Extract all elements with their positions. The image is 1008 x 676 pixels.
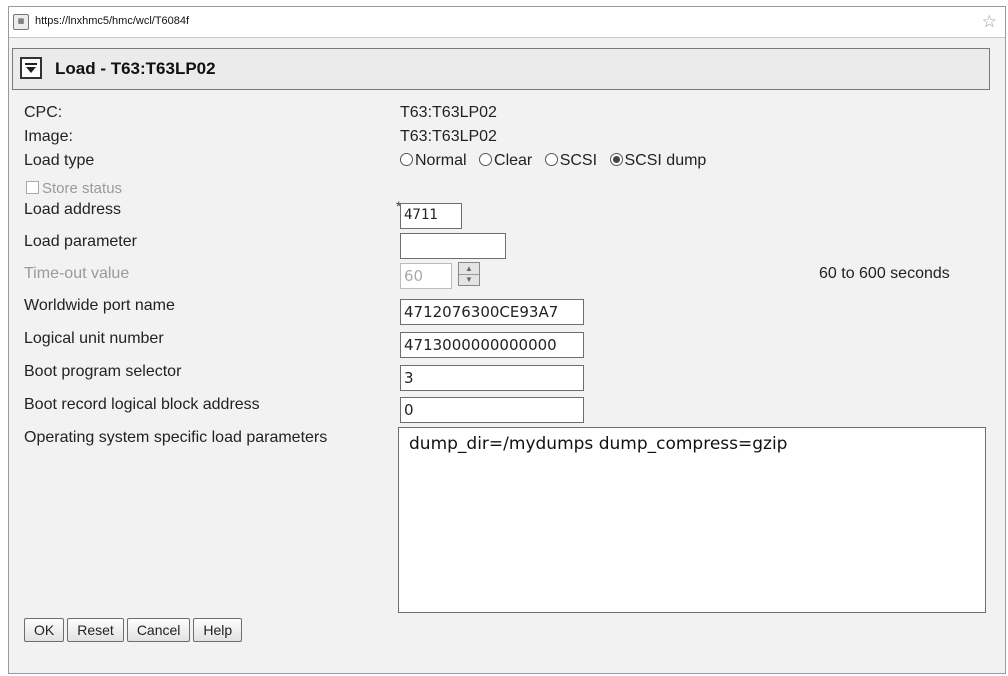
load-type-label: Load type bbox=[24, 152, 95, 169]
cpc-value: T63:T63LP02 bbox=[400, 104, 497, 121]
radio-scsi-dump-label: SCSI dump bbox=[624, 152, 707, 169]
timeout-spinner[interactable]: ▲ ▼ bbox=[458, 262, 480, 286]
radio-scsi-dump[interactable]: SCSI dump bbox=[609, 152, 707, 170]
radio-circle[interactable] bbox=[544, 153, 558, 166]
page-icon: ▦ bbox=[13, 14, 29, 30]
cancel-button[interactable]: Cancel bbox=[126, 618, 191, 642]
radio-clear[interactable]: Clear bbox=[479, 152, 532, 170]
radio-clear-label: Clear bbox=[494, 152, 533, 169]
radio-circle[interactable] bbox=[400, 153, 413, 166]
load-parameter-label: Load parameter bbox=[24, 233, 137, 250]
url-text[interactable]: https://lnxhmc5/hmc/wcl/T6084f bbox=[35, 15, 189, 27]
radio-scsi-label: SCSI bbox=[559, 152, 598, 169]
button-bar: OK Reset Cancel Help bbox=[24, 618, 245, 642]
checkbox-box[interactable] bbox=[26, 181, 39, 194]
store-status-checkbox[interactable]: Store status bbox=[26, 180, 122, 197]
spinner-down-icon[interactable]: ▼ bbox=[459, 274, 479, 285]
help-button[interactable]: Help bbox=[193, 618, 243, 642]
dialog-title: Load - T63:T63LP02 bbox=[55, 59, 216, 78]
timeout-label: Time-out value bbox=[24, 265, 130, 282]
image-value: T63:T63LP02 bbox=[400, 128, 497, 145]
reset-button[interactable]: Reset bbox=[67, 618, 124, 642]
cpc-label: CPC: bbox=[24, 104, 63, 121]
store-status-label: Store status bbox=[42, 180, 123, 197]
lun-input[interactable]: 4713000000000000 bbox=[400, 332, 584, 358]
lun-label: Logical unit number bbox=[24, 330, 164, 347]
chevron-down-icon[interactable] bbox=[20, 57, 42, 79]
radio-normal-label: Normal bbox=[415, 152, 467, 169]
wwpn-input[interactable]: 4712076300CE93A7 bbox=[400, 299, 584, 325]
boot-record-lba-input[interactable]: 0 bbox=[400, 397, 584, 423]
ok-button[interactable]: OK bbox=[24, 618, 65, 642]
load-parameter-input[interactable] bbox=[400, 233, 506, 259]
radio-circle[interactable] bbox=[479, 153, 493, 166]
address-bar[interactable]: ▦ https://lnxhmc5/hmc/wcl/T6084f ☆ bbox=[9, 7, 1005, 38]
os-load-params-textarea[interactable]: dump_dir=/mydumps dump_compress=gzip bbox=[398, 427, 986, 613]
radio-normal[interactable]: Normal bbox=[400, 152, 467, 170]
timeout-range-note: 60 to 600 seconds bbox=[819, 265, 950, 282]
boot-record-lba-label: Boot record logical block address bbox=[24, 396, 260, 413]
load-address-label: Load address bbox=[24, 201, 121, 218]
radio-scsi[interactable]: SCSI bbox=[544, 152, 598, 170]
star-icon[interactable]: ☆ bbox=[982, 12, 997, 32]
load-type-radio-group: Normal Clear SCSI SCSI dump bbox=[400, 152, 714, 170]
image-label: Image: bbox=[24, 128, 73, 145]
wwpn-label: Worldwide port name bbox=[24, 297, 175, 314]
dialog-header: Load - T63:T63LP02 bbox=[12, 48, 990, 90]
radio-circle-selected[interactable] bbox=[609, 153, 623, 166]
boot-program-selector-input[interactable]: 3 bbox=[400, 365, 584, 391]
load-address-input[interactable]: 4711 bbox=[400, 203, 462, 229]
boot-program-selector-label: Boot program selector bbox=[24, 363, 182, 380]
os-load-params-label: Operating system specific load parameter… bbox=[24, 429, 328, 446]
timeout-input[interactable]: 60 bbox=[400, 263, 452, 289]
